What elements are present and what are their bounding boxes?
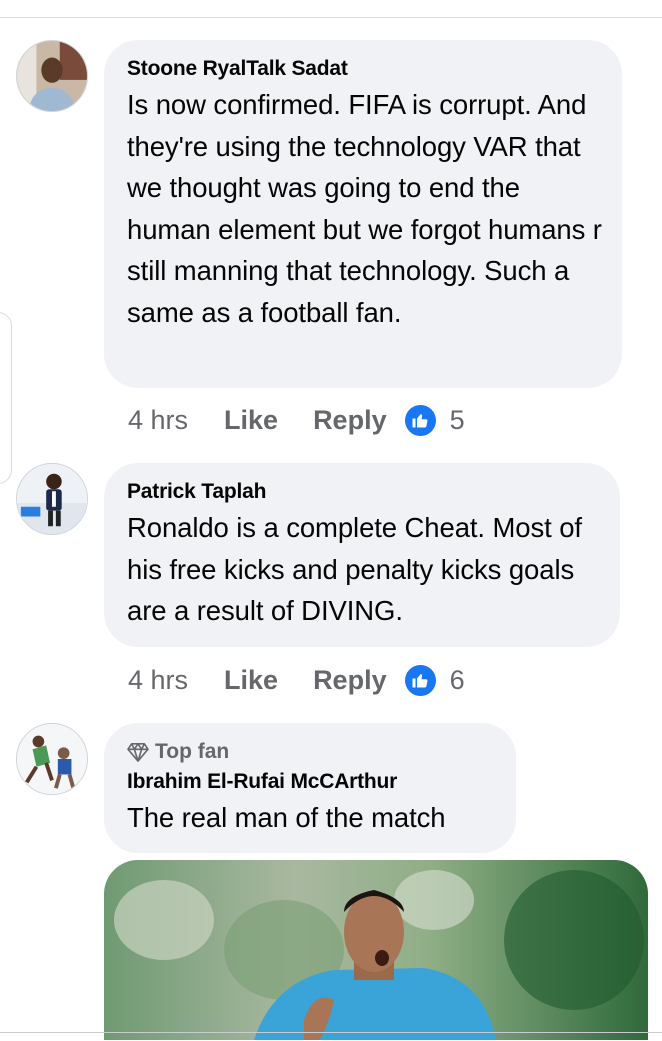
avatar[interactable] bbox=[16, 723, 88, 795]
side-panel-edge bbox=[0, 312, 12, 484]
comment-time[interactable]: 4 hrs bbox=[128, 405, 188, 436]
bottom-divider bbox=[0, 1032, 662, 1033]
reaction-count[interactable]: 5 bbox=[450, 405, 465, 436]
avatar[interactable] bbox=[16, 40, 88, 112]
reply-button[interactable]: Reply bbox=[313, 665, 387, 696]
badge-label: Top fan bbox=[155, 740, 230, 763]
avatar[interactable] bbox=[16, 463, 88, 535]
reply-button[interactable]: Reply bbox=[313, 405, 387, 436]
comment-bubble: Patrick Taplah Ronaldo is a complete Che… bbox=[104, 463, 620, 647]
comment-actions: 4 hrs Like Reply 6 bbox=[128, 660, 465, 700]
comment-text: Ronaldo is a complete Cheat. Most of his… bbox=[127, 512, 582, 626]
comment-bubble: Stoone RyalTalk Sadat Is now confirmed. … bbox=[104, 40, 622, 388]
top-divider bbox=[0, 0, 662, 18]
diamond-icon bbox=[127, 743, 149, 762]
comment-author[interactable]: Patrick Taplah bbox=[127, 479, 598, 505]
comment-text: Is now confirmed. FIFA is corrupt. And t… bbox=[127, 89, 602, 328]
like-icon[interactable] bbox=[404, 664, 436, 696]
comment-text: The real man of the match bbox=[127, 802, 446, 833]
comment-bubble: Top fan Ibrahim El-Rufai McCArthur The r… bbox=[104, 723, 516, 853]
like-icon[interactable] bbox=[404, 404, 436, 436]
comment-author[interactable]: Stoone RyalTalk Sadat bbox=[127, 56, 600, 82]
comment-time[interactable]: 4 hrs bbox=[128, 665, 188, 696]
like-button[interactable]: Like bbox=[224, 665, 278, 696]
comment-actions: 4 hrs Like Reply 5 bbox=[128, 400, 465, 440]
reaction-count[interactable]: 6 bbox=[450, 665, 465, 696]
comment-author[interactable]: Ibrahim El-Rufai McCArthur bbox=[127, 769, 494, 795]
top-fan-badge: Top fan bbox=[127, 739, 494, 765]
like-button[interactable]: Like bbox=[224, 405, 278, 436]
comment-attachment-photo[interactable] bbox=[104, 860, 648, 1040]
